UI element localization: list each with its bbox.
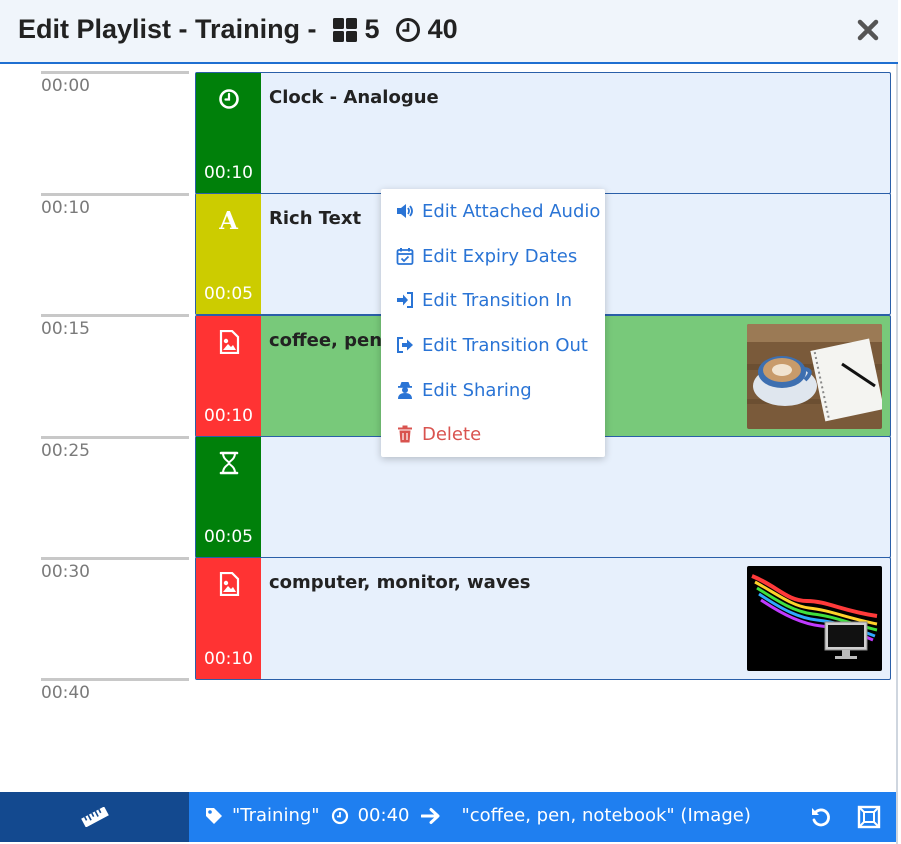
menu-edit-transition-in[interactable]: Edit Transition In — [396, 288, 572, 312]
footer-info: "Training" 00:40 "coffee, pen, notebook"… — [204, 805, 751, 826]
total-duration: 40 — [427, 14, 458, 44]
ruler-toggle-button[interactable] — [0, 792, 189, 842]
hourglass-icon — [196, 449, 261, 477]
tick-label: 00:15 — [41, 319, 90, 339]
clock-icon — [394, 16, 422, 44]
item-badge: 00:10 — [196, 558, 261, 679]
volume-icon — [396, 202, 414, 220]
tick-label: 00:40 — [41, 683, 90, 703]
menu-edit-transition-out[interactable]: Edit Transition Out — [396, 333, 588, 357]
menu-item-label: Edit Attached Audio — [422, 200, 601, 222]
close-button[interactable] — [854, 16, 882, 44]
item-name: computer, monitor, waves — [269, 572, 531, 593]
playlist-item-monitor-image[interactable]: 00:10 computer, monitor, waves — [195, 557, 891, 680]
menu-delete[interactable]: Delete — [396, 422, 481, 446]
grid-icon — [331, 16, 359, 44]
tick-line — [41, 678, 189, 681]
footer-selected-item: "coffee, pen, notebook" (Image) — [461, 805, 751, 826]
undo-button[interactable] — [808, 804, 834, 830]
expand-icon — [857, 805, 881, 829]
fullscreen-button[interactable] — [856, 804, 882, 830]
ruler-icon — [80, 807, 109, 827]
menu-item-label: Edit Sharing — [422, 379, 532, 401]
sign-out-icon — [396, 336, 414, 354]
tick-line — [41, 193, 189, 196]
tag-icon — [204, 806, 224, 826]
image-icon — [196, 570, 261, 598]
sign-in-icon — [396, 291, 414, 309]
widgets-count: 5 — [364, 14, 380, 44]
item-duration: 00:10 — [204, 163, 253, 183]
edit-playlist-modal: Edit Playlist - Training - 5 40 00:00 00… — [0, 0, 898, 844]
monitor-colorful-waves-image — [747, 566, 882, 671]
text-a-icon: A — [219, 205, 238, 235]
item-badge: 00:10 — [196, 316, 261, 436]
menu-item-label: Edit Transition In — [422, 289, 573, 311]
tick-label: 00:30 — [41, 562, 90, 582]
item-duration: 00:10 — [204, 649, 253, 669]
item-badge: 00:05 — [196, 437, 261, 557]
playlist-item-clock[interactable]: 00:10 Clock - Analogue — [195, 72, 891, 194]
modal-title: Edit Playlist - Training - 5 40 — [18, 14, 458, 45]
tick-line — [41, 436, 189, 439]
user-secret-icon — [396, 381, 414, 399]
tick-line — [41, 557, 189, 560]
modal-title-text: Edit Playlist - Training - — [18, 14, 317, 44]
item-badge: 00:10 — [196, 73, 261, 193]
calendar-check-icon — [396, 247, 414, 265]
menu-item-label: Delete — [422, 423, 482, 445]
footer-total-duration: 00:40 — [357, 805, 410, 826]
timeline-area: 00:00 00:10 00:15 00:25 00:30 00:40 00:1… — [0, 66, 896, 792]
arrow-right-icon — [419, 806, 443, 826]
tick-label: 00:10 — [41, 198, 90, 218]
image-icon — [196, 328, 261, 356]
close-icon — [857, 19, 879, 41]
item-name: Clock - Analogue — [269, 87, 439, 108]
footer-playlist-name: "Training" — [232, 805, 320, 826]
item-duration: 00:05 — [204, 527, 253, 547]
menu-edit-expiry-dates[interactable]: Edit Expiry Dates — [396, 244, 577, 268]
menu-edit-sharing[interactable]: Edit Sharing — [396, 378, 532, 402]
trash-icon — [396, 425, 414, 443]
clock-icon — [196, 85, 261, 113]
clock-icon — [330, 806, 350, 826]
tick-line — [41, 71, 189, 74]
menu-item-label: Edit Transition Out — [422, 334, 588, 356]
menu-edit-attached-audio[interactable]: Edit Attached Audio — [396, 199, 600, 223]
tick-line — [41, 314, 189, 317]
undo-icon — [812, 808, 830, 827]
menu-item-label: Edit Expiry Dates — [422, 245, 578, 267]
tick-label: 00:00 — [41, 76, 90, 96]
playlist-footer-bar: "Training" 00:40 "coffee, pen, notebook"… — [0, 792, 896, 842]
tick-label: 00:25 — [41, 441, 90, 461]
item-context-menu: Edit Attached Audio Edit Expiry Dates Ed… — [381, 189, 605, 457]
item-duration: 00:05 — [204, 284, 253, 304]
item-badge: A 00:05 — [196, 194, 261, 314]
item-name: Rich Text — [269, 208, 362, 229]
item-duration: 00:10 — [204, 406, 253, 426]
modal-header: Edit Playlist - Training - 5 40 — [0, 0, 898, 64]
coffee-cup-notebook-image — [747, 324, 882, 429]
